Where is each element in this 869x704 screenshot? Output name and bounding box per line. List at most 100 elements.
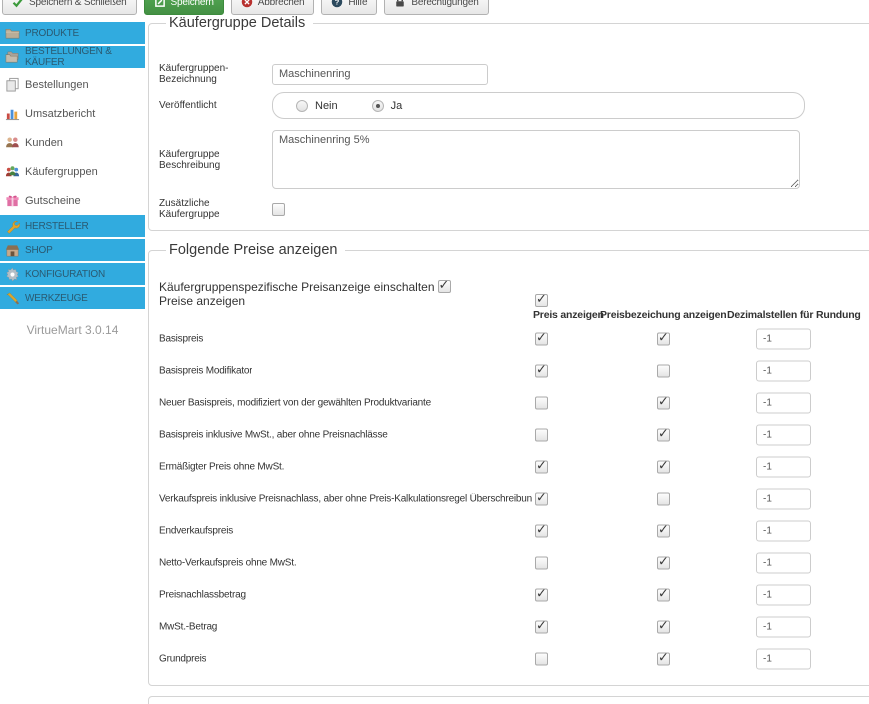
- rounding-decimals-input[interactable]: [756, 521, 811, 542]
- show-price-label-checkbox[interactable]: [657, 621, 670, 634]
- sidebar-item-gutscheine[interactable]: Gutscheine: [0, 186, 145, 215]
- published-label: Veröffentlicht: [159, 100, 272, 111]
- sidebar-item-shop[interactable]: SHOP: [0, 239, 145, 261]
- sidebar-item-label: BESTELLUNGEN & KÄUFER: [25, 46, 145, 68]
- rounding-decimals-input[interactable]: [756, 457, 811, 478]
- toolbar-button-abbrechen[interactable]: Abbrechen: [231, 0, 315, 15]
- sidebar-item-werkzeuge[interactable]: WERKZEUGE: [0, 287, 145, 309]
- show-price-label-checkbox[interactable]: [657, 525, 670, 538]
- show-price-label-checkbox[interactable]: [657, 461, 670, 474]
- shop-icon: [4, 242, 20, 258]
- show-price-label-checkbox[interactable]: [657, 589, 670, 602]
- show-price-checkbox[interactable]: [535, 653, 548, 666]
- price-table-body: BasispreisBasispreis ModifikatorNeuer Ba…: [159, 323, 869, 675]
- sidebar: PRODUKTE BESTELLUNGEN & KÄUFER Bestellunge…: [0, 15, 145, 704]
- folders-icon: [4, 49, 20, 65]
- toolbar-button-hilfe[interactable]: ?Hilfe: [321, 0, 377, 15]
- details-fieldset: Käufergruppe Details Käufergruppen-Bezei…: [148, 15, 869, 231]
- toolbar-button-berechtigungen[interactable]: Berechtigungen: [384, 0, 488, 15]
- rounding-decimals-input[interactable]: [756, 393, 811, 414]
- rounding-decimals-input[interactable]: [756, 329, 811, 350]
- details-legend: Käufergruppe Details: [166, 15, 313, 31]
- description-textarea[interactable]: Maschinenring 5%: [272, 130, 800, 189]
- additional-field-row: Zusätzliche Käufergruppe: [159, 198, 869, 220]
- show-price-label-checkbox[interactable]: [657, 333, 670, 346]
- radio-icon[interactable]: [296, 100, 308, 112]
- show-price-checkbox[interactable]: [535, 557, 548, 570]
- price-row-label: Preisnachlassbetrag: [159, 590, 246, 601]
- rounding-decimals-input[interactable]: [756, 361, 811, 382]
- sidebar-item-label: Umsatzbericht: [25, 108, 95, 120]
- rounding-decimals-input[interactable]: [756, 553, 811, 574]
- next-fieldset-stub: [148, 696, 869, 704]
- show-prices-label: Preise anzeigen: [159, 294, 245, 308]
- radio-icon[interactable]: [372, 100, 384, 112]
- wrench-icon: [4, 218, 20, 234]
- name-field-row: Käufergruppen-Bezeichnung: [159, 63, 869, 85]
- help-icon: ?: [331, 0, 343, 8]
- show-price-checkbox[interactable]: [535, 365, 548, 378]
- users-icon: [4, 135, 20, 151]
- sidebar-item-bestellungen[interactable]: Bestellungen: [0, 70, 145, 99]
- show-price-checkbox[interactable]: [535, 461, 548, 474]
- show-price-label-checkbox[interactable]: [657, 365, 670, 378]
- additional-group-checkbox[interactable]: [272, 203, 285, 216]
- sidebar-item-k-ufergruppen[interactable]: Käufergruppen: [0, 157, 145, 186]
- show-price-checkbox[interactable]: [535, 397, 548, 410]
- show-price-label-checkbox[interactable]: [657, 557, 670, 570]
- sidebar-item-produkte[interactable]: PRODUKTE: [0, 22, 145, 44]
- price-row-label: Basispreis: [159, 334, 203, 345]
- show-prices-row: Preise anzeigen: [159, 294, 869, 307]
- show-price-label-checkbox[interactable]: [657, 397, 670, 410]
- published-radio-group: Nein Ja: [272, 92, 805, 119]
- enable-price-display-checkbox[interactable]: [438, 280, 451, 293]
- rounding-decimals-input[interactable]: [756, 489, 811, 510]
- show-price-checkbox[interactable]: [535, 525, 548, 538]
- show-price-label-checkbox[interactable]: [657, 653, 670, 666]
- rounding-decimals-input[interactable]: [756, 649, 811, 670]
- buyer-group-name-input[interactable]: [272, 64, 488, 85]
- price-row-label: Verkaufspreis inklusive Preisnachlass, a…: [159, 494, 532, 505]
- show-price-label-checkbox[interactable]: [657, 493, 670, 506]
- price-row-label: MwSt.-Betrag: [159, 622, 217, 633]
- show-price-label-checkbox[interactable]: [657, 429, 670, 442]
- enable-price-display-row: Käufergruppenspezifische Preisanzeige ei…: [159, 280, 869, 293]
- sidebar-item-konfiguration[interactable]: KONFIGURATION: [0, 263, 145, 285]
- show-price-checkbox[interactable]: [535, 493, 548, 506]
- price-row: Endverkaufspreis: [159, 515, 869, 547]
- sidebar-item-hersteller[interactable]: HERSTELLER: [0, 215, 145, 237]
- sidebar-item-label: SHOP: [25, 245, 53, 256]
- sidebar-item-label: HERSTELLER: [25, 221, 89, 232]
- sidebar-item-label: PRODUKTE: [25, 28, 79, 39]
- show-prices-checkbox[interactable]: [535, 294, 548, 307]
- sidebar-item-label: Kunden: [25, 137, 63, 149]
- chart-icon: [4, 106, 20, 122]
- show-price-checkbox[interactable]: [535, 429, 548, 442]
- sidebar-item-label: Gutscheine: [25, 195, 81, 207]
- toolbar-button-speichern-schlie-en[interactable]: Speichern & Schließen: [2, 0, 137, 15]
- description-label: Käufergruppe Beschreibung: [159, 149, 272, 171]
- published-option-nein[interactable]: Nein: [296, 100, 338, 112]
- folder-icon: [4, 25, 20, 41]
- rounding-decimals-input[interactable]: [756, 585, 811, 606]
- show-price-checkbox[interactable]: [535, 333, 548, 346]
- show-price-checkbox[interactable]: [535, 589, 548, 602]
- rounding-decimals-input[interactable]: [756, 425, 811, 446]
- price-row: Basispreis inklusive MwSt., aber ohne Pr…: [159, 419, 869, 451]
- prices-fieldset: Folgende Preise anzeigen Käufergruppensp…: [148, 242, 869, 686]
- sidebar-item-bestellungen-k-ufer[interactable]: BESTELLUNGEN & KÄUFER: [0, 46, 145, 68]
- tools-icon: [4, 290, 20, 306]
- toolbar: Speichern & Schließen Speichern Abbrechen?…: [0, 0, 869, 15]
- toolbar-button-speichern[interactable]: Speichern: [144, 0, 224, 15]
- published-field-row: Veröffentlicht Nein Ja: [159, 92, 869, 119]
- published-option-ja[interactable]: Ja: [372, 100, 403, 112]
- sidebar-item-label: Bestellungen: [25, 79, 89, 91]
- sidebar-item-umsatzbericht[interactable]: Umsatzbericht: [0, 99, 145, 128]
- additional-group-label: Zusätzliche Käufergruppe: [159, 198, 272, 220]
- rounding-decimals-input[interactable]: [756, 617, 811, 638]
- sidebar-item-kunden[interactable]: Kunden: [0, 128, 145, 157]
- show-price-checkbox[interactable]: [535, 621, 548, 634]
- price-row: Netto-Verkaufspreis ohne MwSt.: [159, 547, 869, 579]
- price-row: Preisnachlassbetrag: [159, 579, 869, 611]
- price-row-label: Neuer Basispreis, modifiziert von der ge…: [159, 398, 431, 409]
